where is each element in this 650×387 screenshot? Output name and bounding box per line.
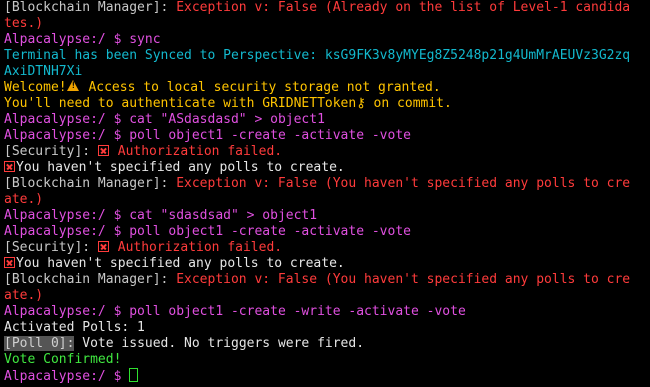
- prompt: Alpacalypse:/ $: [4, 224, 122, 239]
- x-box-icon: [4, 161, 15, 172]
- source-tag: [Blockchain Manager]:: [4, 272, 177, 287]
- command-line: Alpacalypse:/ $ poll object1 -create -ac…: [4, 224, 650, 240]
- prompt: Alpacalypse:/ $: [4, 112, 122, 127]
- plain-message: You haven't specified any polls to creat…: [16, 256, 345, 271]
- terminal-line: You'll need to authenticate with GRIDNET…: [4, 96, 650, 112]
- error-message: Authorization failed.: [109, 240, 283, 255]
- terminal-line: [Blockchain Manager]: Exception v: False…: [4, 272, 650, 288]
- command-text: sync: [121, 32, 161, 47]
- terminal-line: Vote Confirmed!: [4, 352, 650, 368]
- terminal-line: [Security]: Authorization failed.: [4, 240, 650, 256]
- prompt: Alpacalypse:/ $: [4, 304, 122, 319]
- terminal-line: [Blockchain Manager]: Exception v: False…: [4, 176, 650, 192]
- x-box-icon: [97, 145, 109, 156]
- source-tag: [Blockchain Manager]:: [4, 0, 177, 15]
- command-line: Alpacalypse:/ $ poll object1 -create -ac…: [4, 128, 650, 144]
- command-text: cat "sdasdsad" > object1: [121, 208, 318, 223]
- welcome-text: Welcome!: [4, 80, 67, 95]
- error-message: Exception v: False (You haven't specifie…: [176, 176, 631, 191]
- auth-message: You'll need to authenticate with GRIDNET…: [4, 96, 357, 111]
- command-line[interactable]: Alpacalypse:/ $: [4, 368, 650, 384]
- success-message: Vote Confirmed!: [4, 352, 122, 367]
- command-text: poll object1 -create -activate -vote: [121, 128, 411, 143]
- poll-label: [Poll 0]:: [4, 336, 75, 351]
- terminal-line: Welcome! Access to local security storag…: [4, 80, 650, 96]
- warning-message: Access to local security storage not gra…: [80, 80, 441, 95]
- command-line: Alpacalypse:/ $ poll object1 -create -wr…: [4, 304, 650, 320]
- terminal-line: tes.): [4, 16, 650, 32]
- source-tag: [Blockchain Manager]:: [4, 176, 177, 191]
- error-message: tes.): [4, 16, 44, 31]
- command-line: Alpacalypse:/ $ sync: [4, 32, 650, 48]
- auth-message-end: on commit.: [365, 96, 452, 111]
- terminal-line: AxiDTNH7Xi: [4, 64, 650, 80]
- terminal-window[interactable]: [Blockchain Manager]: Exception v: False…: [0, 0, 650, 387]
- plain-message: Activated Polls: 1: [4, 320, 145, 335]
- command-line: Alpacalypse:/ $ cat "sdasdsad" > object1: [4, 208, 650, 224]
- command-line: Alpacalypse:/ $ cat "ASdasdasd" > object…: [4, 112, 650, 128]
- prompt: Alpacalypse:/ $: [4, 208, 122, 223]
- command-text: poll object1 -create -write -activate -v…: [121, 304, 466, 319]
- info-message: AxiDTNH7Xi: [4, 64, 83, 79]
- plain-message: Vote issued. No triggers were fired.: [74, 336, 365, 351]
- error-message: ate.): [4, 192, 44, 207]
- command-text: cat "ASdasdasd" > object1: [121, 112, 325, 127]
- warning-icon: [66, 80, 79, 92]
- terminal-line: You haven't specified any polls to creat…: [4, 160, 650, 176]
- source-tag: [Security]:: [4, 144, 98, 159]
- input-cursor[interactable]: [129, 368, 139, 382]
- x-box-icon: [4, 257, 15, 268]
- command-text: poll object1 -create -activate -vote: [121, 224, 411, 239]
- terminal-line: [Blockchain Manager]: Exception v: False…: [4, 0, 650, 16]
- terminal-line: You haven't specified any polls to creat…: [4, 256, 650, 272]
- terminal-line: ate.): [4, 288, 650, 304]
- terminal-line: Activated Polls: 1: [4, 320, 650, 336]
- prompt: Alpacalypse:/ $: [4, 128, 122, 143]
- info-message: Terminal has been Synced to Perspective:…: [4, 48, 631, 63]
- key-icon: ⚷: [356, 96, 366, 111]
- error-message: Authorization failed.: [109, 144, 283, 159]
- terminal-line: Terminal has been Synced to Perspective:…: [4, 48, 650, 64]
- terminal-line: ate.): [4, 192, 650, 208]
- terminal-line: [Poll 0]: Vote issued. No triggers were …: [4, 336, 650, 352]
- source-tag: [Security]:: [4, 240, 98, 255]
- error-message: Exception v: False (Already on the list …: [176, 0, 631, 15]
- prompt: Alpacalypse:/ $: [4, 32, 122, 47]
- terminal-line: [Security]: Authorization failed.: [4, 144, 650, 160]
- x-box-icon: [97, 241, 109, 252]
- error-message: ate.): [4, 288, 44, 303]
- error-message: Exception v: False (You haven't specifie…: [176, 272, 631, 287]
- prompt: Alpacalypse:/ $: [4, 369, 122, 384]
- plain-message: You haven't specified any polls to creat…: [16, 160, 345, 175]
